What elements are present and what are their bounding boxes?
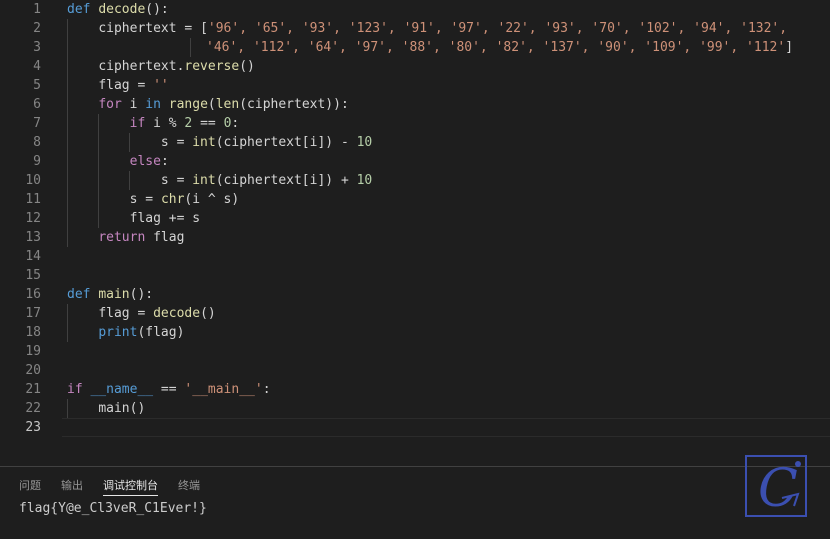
string-literal: '__main__' (184, 382, 263, 397)
function-name: int (192, 135, 216, 150)
tab-output[interactable]: 输出 (61, 477, 83, 495)
code-line-17[interactable]: flag = decode() (0, 304, 830, 323)
code-text: (flag) (137, 325, 185, 340)
code-text: ] (785, 40, 794, 55)
code-line-4[interactable]: ciphertext.reverse() (0, 57, 830, 76)
code-text: == (192, 116, 224, 131)
number-literal: 10 (356, 173, 373, 188)
keyword: in (145, 97, 161, 112)
function-name: main (98, 287, 130, 302)
function-call: main (98, 401, 130, 416)
code-text: (ciphertext[i]) + (215, 173, 357, 188)
code-line-8[interactable]: s = int(ciphertext[i]) - 10 (0, 133, 830, 152)
function-name: range (168, 97, 208, 112)
code-text: (): (145, 2, 169, 17)
tab-debug-console[interactable]: 调试控制台 (103, 477, 158, 496)
code-line-21[interactable]: if __name__ == '__main__': (0, 380, 830, 399)
keyword: return (98, 230, 146, 245)
svg-text:C: C (758, 459, 798, 518)
code-line-12[interactable]: flag += s (0, 209, 830, 228)
code-text: flag = (98, 306, 154, 321)
code-line-18[interactable]: print(flag) (0, 323, 830, 342)
code-line-22[interactable]: main() (0, 399, 830, 418)
function-name: decode (98, 2, 146, 17)
code-text: i % (145, 116, 185, 131)
code-line-23-current[interactable] (62, 418, 830, 437)
code-line-13[interactable]: return flag (0, 228, 830, 247)
string-list: '46', '112', '64', '97', '88', '80', '82… (206, 40, 786, 55)
keyword: if (67, 382, 83, 397)
keyword: if (129, 116, 146, 131)
console-output: flag{Y@e_Cl3veR_C1Ever!} (19, 501, 207, 516)
line-number: 14 (25, 249, 41, 264)
code-line-5[interactable]: flag = '' (0, 76, 830, 95)
function-name: reverse (184, 59, 240, 74)
keyword: else (129, 154, 161, 169)
builtin-function: print (98, 325, 138, 340)
c-logo-icon: C (745, 455, 807, 519)
code-text: (): (129, 287, 154, 302)
code-text: ( (207, 97, 216, 112)
keyword: for (98, 97, 122, 112)
code-line-11[interactable]: s = chr(i ^ s) (0, 190, 830, 209)
tab-problems[interactable]: 问题 (19, 477, 41, 495)
code-line-3[interactable]: '46', '112', '64', '97', '88', '80', '82… (0, 38, 830, 57)
code-text: () (200, 306, 216, 321)
function-name: decode (153, 306, 201, 321)
code-text: flag (145, 230, 185, 245)
function-name: len (215, 97, 240, 112)
code-text: s = (160, 173, 193, 188)
tab-terminal[interactable]: 终端 (178, 477, 200, 495)
line-number: 20 (25, 363, 41, 378)
code-text: : (231, 116, 240, 131)
code-text: flag = (98, 78, 154, 93)
dunder-name: __name__ (90, 382, 154, 397)
bottom-panel: 问题 输出 调试控制台 终端 flag{Y@e_Cl3veR_C1Ever!} (0, 466, 830, 539)
code-text: = [ (176, 21, 208, 36)
number-literal: 10 (356, 135, 373, 150)
code-text: flag += s (129, 211, 201, 226)
line-number: 23 (25, 420, 41, 435)
line-number: 15 (25, 268, 41, 283)
code-line-6[interactable]: for i in range(len(ciphertext)): (0, 95, 830, 114)
code-text: (ciphertext)): (239, 97, 349, 112)
code-text: () (129, 401, 146, 416)
code-text: ciphertext (98, 21, 177, 36)
function-name: chr (160, 192, 185, 207)
code-line-2[interactable]: ciphertext = ['96', '65', '93', '123', '… (0, 19, 830, 38)
line-number: 19 (25, 344, 41, 359)
code-text: : (160, 154, 169, 169)
code-text: s = (160, 135, 193, 150)
code-editor[interactable]: 1 2 3 4 5 6 7 8 9 10 11 12 13 14 15 16 17 18 19 20 21 22 23 de… (0, 0, 830, 466)
code-text: (i ^ s) (184, 192, 240, 207)
code-text: ciphertext. (98, 59, 185, 74)
code-line-16[interactable]: def main(): (0, 285, 830, 304)
code-text: () (239, 59, 255, 74)
keyword: def (67, 287, 91, 302)
watermark-logo: C (744, 454, 808, 519)
function-name: int (192, 173, 216, 188)
string-literal: '' (153, 78, 169, 93)
keyword: def (67, 2, 91, 17)
code-text: s = (129, 192, 161, 207)
code-line-1[interactable]: def decode(): (0, 0, 830, 19)
code-line-9[interactable]: else: (0, 152, 830, 171)
code-line-10[interactable]: s = int(ciphertext[i]) + 10 (0, 171, 830, 190)
string-list: '96', '65', '93', '123', '91', '97', '22… (207, 21, 788, 36)
code-text: == (153, 382, 185, 397)
code-line-7[interactable]: if i % 2 == 0: (0, 114, 830, 133)
code-text: : (262, 382, 271, 397)
code-text: i (121, 97, 146, 112)
code-text: (ciphertext[i]) - (215, 135, 357, 150)
